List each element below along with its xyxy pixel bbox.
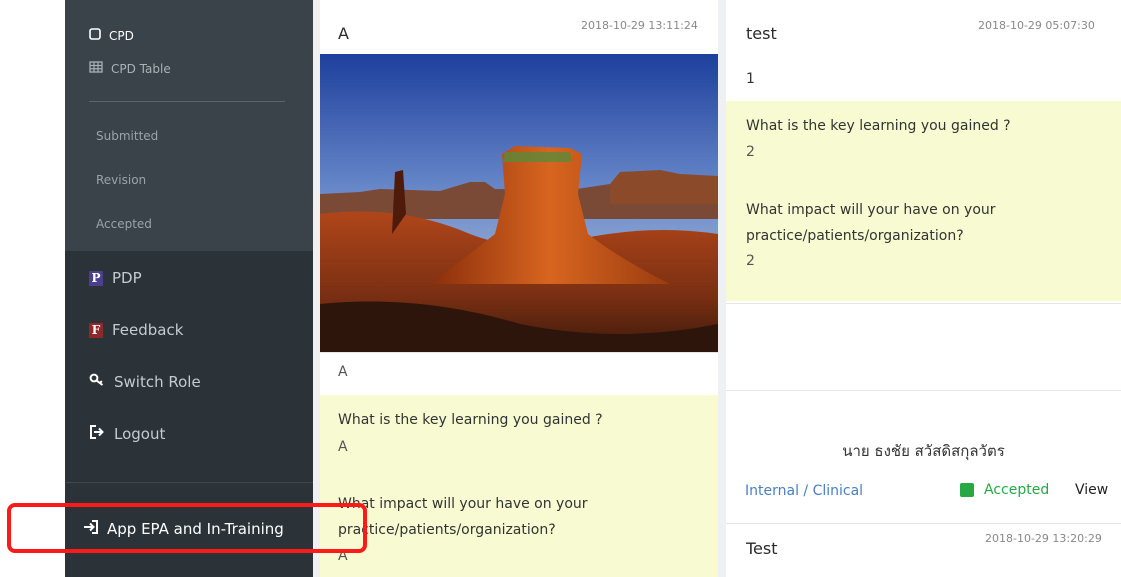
card-answers: What is the key learning you gained ? A …	[320, 395, 718, 577]
cpd-card[interactable]: test 2018-10-29 05:07:30 1 What is the k…	[726, 12, 1121, 404]
sidebar-item-submitted[interactable]: Submitted	[96, 129, 158, 143]
question-text: What is the key learning you gained ?	[746, 118, 1011, 134]
highlight-box	[7, 503, 367, 553]
card-title: test	[746, 24, 777, 43]
divider	[65, 482, 313, 483]
sidebar-item-label: PDP	[112, 269, 142, 287]
sidebar-item-feedback[interactable]: F Feedback	[89, 321, 183, 339]
feedback-badge-icon: F	[89, 322, 103, 338]
category-link[interactable]: Internal / Clinical	[745, 483, 863, 499]
table-icon	[89, 61, 103, 76]
question-text: What is the key learning you gained ?	[338, 412, 603, 428]
view-link[interactable]: View	[1075, 482, 1108, 498]
question-text: practice/patients/organization?	[746, 228, 964, 244]
logout-icon	[89, 425, 105, 443]
question-text: practice/patients/organization?	[338, 522, 556, 538]
column-gutter	[313, 0, 320, 577]
card-title: A	[338, 24, 349, 43]
answer-text: 2	[746, 253, 755, 269]
key-icon	[89, 373, 105, 391]
column-gutter	[718, 0, 726, 577]
divider	[320, 352, 718, 353]
divider	[726, 390, 1121, 391]
question-text: What impact will your have on your	[746, 202, 996, 218]
question-text: What impact will your have on your	[338, 496, 588, 512]
sidebar-item-cpd[interactable]: CPD	[89, 28, 134, 43]
person-name: นาย ธงชัย สวัสดิสกุลวัตร	[842, 442, 1005, 460]
sidebar-item-logout[interactable]: Logout	[89, 425, 165, 443]
square-icon	[89, 28, 101, 43]
answer-text: 2	[746, 144, 755, 160]
status-square-icon	[960, 483, 974, 497]
sidebar-item-label: CPD	[109, 28, 134, 43]
card-value: 1	[746, 71, 755, 87]
divider	[726, 523, 1121, 524]
sidebar-item-switch-role[interactable]: Switch Role	[89, 373, 201, 391]
sidebar-item-cpd-table[interactable]: CPD Table	[89, 61, 171, 76]
divider	[726, 303, 1121, 304]
card-caption: A	[338, 364, 348, 380]
sidebar-item-label: Logout	[114, 425, 166, 443]
sidebar: CPD CPD Table Submitted Revision Accepte…	[65, 0, 313, 577]
answer-text: A	[338, 439, 348, 455]
sidebar-item-accepted[interactable]: Accepted	[96, 217, 152, 231]
card-date: 2018-10-29 13:20:29	[985, 532, 1102, 545]
pdp-badge-icon: P	[89, 270, 103, 286]
divider	[89, 101, 285, 102]
card-image[interactable]	[320, 54, 718, 352]
card-date: 2018-10-29 05:07:30	[978, 19, 1095, 32]
feedback-card[interactable]: นาย ธงชัย สวัสดิสกุลวัตร Internal / Clin…	[726, 428, 1121, 577]
sidebar-item-pdp[interactable]: P PDP	[89, 269, 142, 287]
status-text: Accepted	[984, 482, 1050, 498]
card-date: 2018-10-29 13:11:24	[581, 19, 698, 32]
sidebar-item-label: Switch Role	[114, 373, 201, 391]
sidebar-item-revision[interactable]: Revision	[96, 173, 146, 187]
card-title: Test	[746, 539, 778, 558]
status-badge: Accepted	[960, 482, 1049, 498]
cpd-card[interactable]: A 2018-10-29 13:11:24 A What is the key …	[320, 12, 718, 577]
page-margin	[0, 0, 65, 577]
sidebar-item-label: Feedback	[112, 321, 184, 339]
card-answers: What is the key learning you gained ? 2 …	[726, 101, 1121, 301]
sidebar-item-label: CPD Table	[111, 61, 171, 76]
